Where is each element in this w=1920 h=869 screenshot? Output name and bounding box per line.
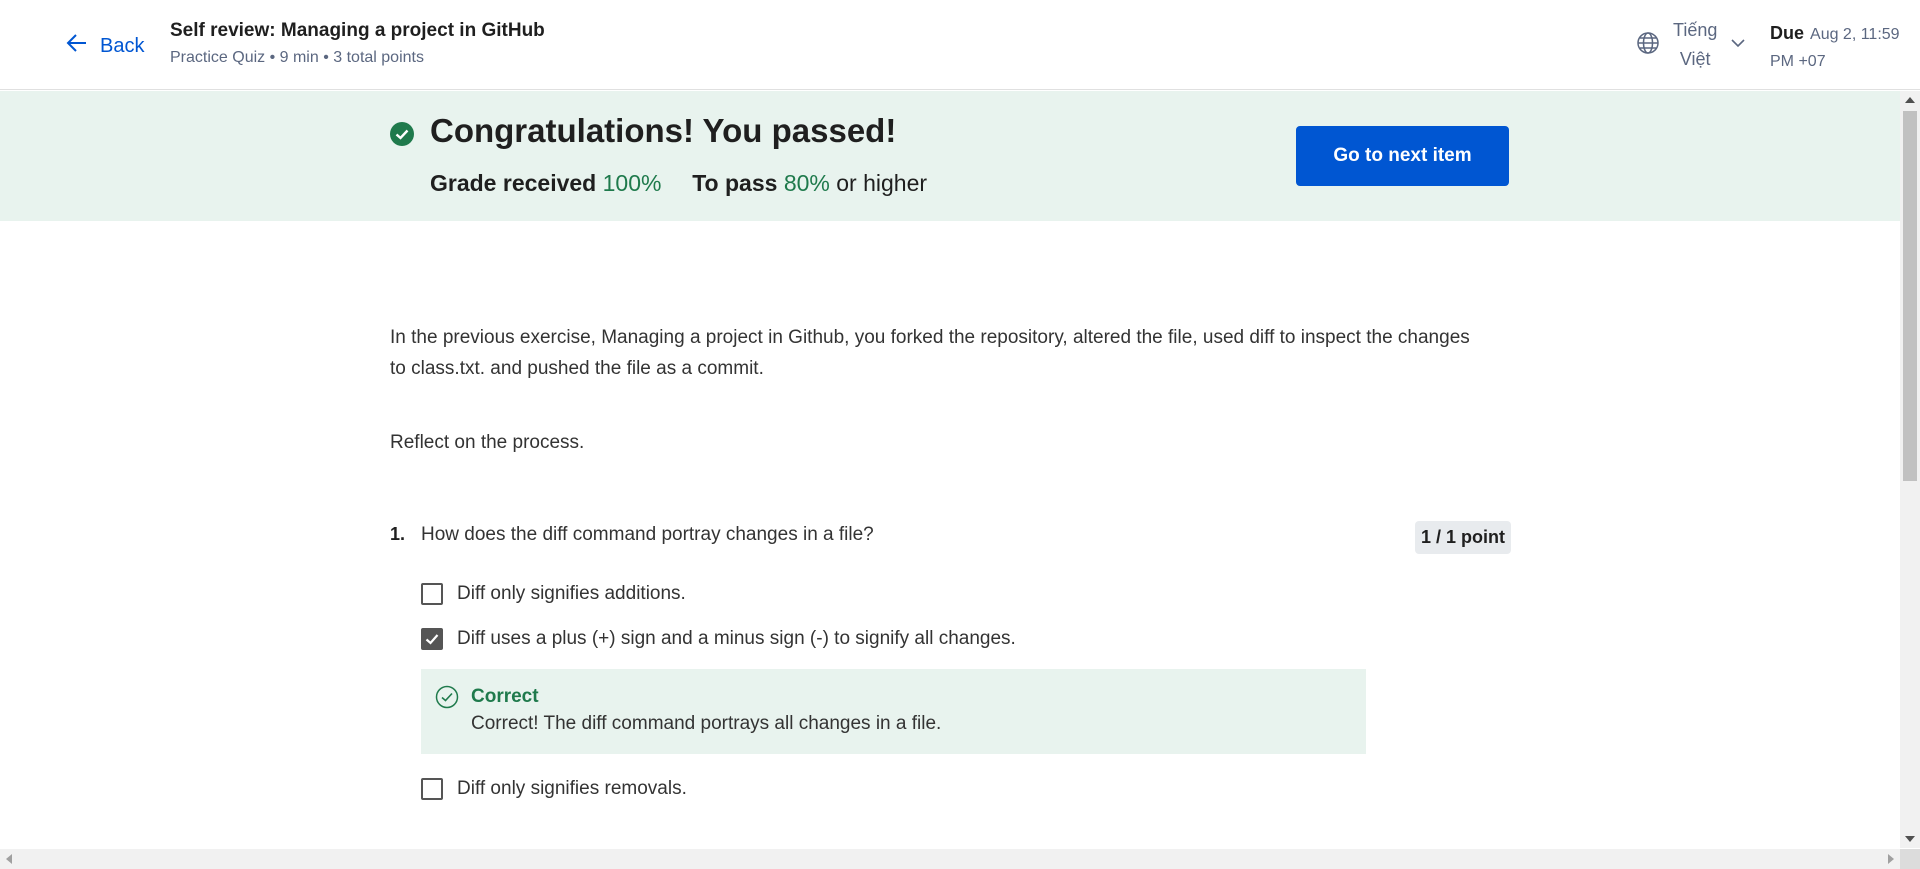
scrollbar-corner <box>1900 849 1920 869</box>
go-to-next-item-button[interactable]: Go to next item <box>1296 126 1509 186</box>
option-label: Diff uses a plus (+) sign and a minus si… <box>457 628 1016 649</box>
scrollbar-thumb[interactable] <box>1903 111 1917 481</box>
grade-value: 100% <box>602 170 662 196</box>
due-date: Due Aug 2, 11:59 PM +07 <box>1770 20 1900 75</box>
scroll-down-icon[interactable] <box>1905 836 1915 842</box>
option-label: Diff only signifies additions. <box>457 583 686 604</box>
check-circle-outline-icon <box>435 685 459 709</box>
scroll-left-icon[interactable] <box>6 854 12 864</box>
quiz-title: Self review: Managing a project in GitHu… <box>170 20 545 41</box>
pass-value: 80% <box>783 170 830 196</box>
language-label: Tiếng Việt <box>1673 16 1717 74</box>
arrow-left-icon <box>64 30 90 62</box>
pass-suffix: or higher <box>836 170 928 196</box>
option-plus-minus[interactable]: Diff uses a plus (+) sign and a minus si… <box>421 628 1016 650</box>
pass-title: Congratulations! You passed! <box>430 112 897 149</box>
checkbox[interactable] <box>421 778 443 800</box>
intro-text: In the previous exercise, Managing a pro… <box>390 327 1470 379</box>
due-label: Due <box>1770 23 1805 43</box>
points-badge: 1 / 1 point <box>1415 521 1512 554</box>
language-label-line1: Tiếng <box>1673 20 1718 40</box>
pass-label: To pass <box>692 170 778 196</box>
feedback-box: Correct Correct! The diff command portra… <box>421 669 1366 754</box>
due-line2: PM +07 <box>1770 53 1826 70</box>
due-line1: Aug 2, 11:59 <box>1810 26 1900 43</box>
option-additions[interactable]: Diff only signifies additions. <box>421 583 686 605</box>
check-circle-icon <box>390 122 414 146</box>
grade-summary: Grade received 100% To pass 80% or highe… <box>430 170 927 197</box>
horizontal-scrollbar[interactable] <box>0 849 1900 869</box>
globe-icon <box>1635 30 1661 61</box>
checkbox[interactable] <box>421 583 443 605</box>
reflect-text: Reflect on the process. <box>390 432 585 453</box>
question-number: 1. <box>390 524 406 544</box>
feedback-title: Correct <box>471 686 539 707</box>
feedback-text: Correct! The diff command portrays all c… <box>471 713 942 734</box>
language-label-line2: Việt <box>1679 49 1711 69</box>
chevron-down-icon <box>1729 34 1747 57</box>
back-label: Back <box>100 34 145 57</box>
top-header: Back Self review: Managing a project in … <box>0 0 1920 90</box>
quiz-subtitle: Practice Quiz • 9 min • 3 total points <box>170 49 424 66</box>
checkmark-icon <box>425 634 439 645</box>
option-removals[interactable]: Diff only signifies removals. <box>421 778 687 800</box>
option-label: Diff only signifies removals. <box>457 778 687 799</box>
language-selector[interactable]: Tiếng Việt <box>1635 16 1747 74</box>
checkbox-checked[interactable] <box>421 628 443 650</box>
pass-banner <box>0 91 1900 221</box>
grade-label: Grade received <box>430 170 597 196</box>
quiz-title-block: Self review: Managing a project in GitHu… <box>170 20 545 67</box>
vertical-scrollbar[interactable] <box>1900 91 1920 848</box>
back-button[interactable]: Back <box>64 30 144 62</box>
question-text: How does the diff command portray change… <box>421 524 874 545</box>
scroll-right-icon[interactable] <box>1888 854 1894 864</box>
scroll-up-icon[interactable] <box>1905 97 1915 103</box>
